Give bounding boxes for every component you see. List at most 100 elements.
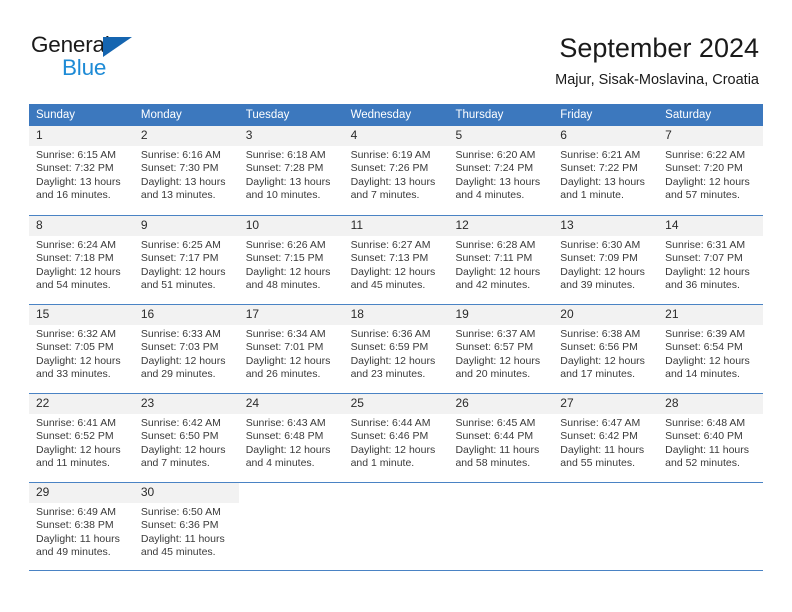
day-number: 29 — [29, 483, 134, 503]
day-details: Sunrise: 6:43 AM Sunset: 6:48 PM Daylight:… — [239, 414, 344, 471]
sunrise-text: Sunrise: 6:26 AM — [245, 239, 326, 251]
day-number — [658, 483, 763, 503]
calendar-day-cell-empty — [343, 483, 449, 570]
daylight-text-line2: and 39 minutes. — [560, 279, 636, 292]
day-details: Sunrise: 6:32 AM Sunset: 7:05 PM Daylight:… — [29, 325, 134, 382]
calendar-day-cell[interactable]: 18 Sunrise: 6:36 AM Sunset: 6:59 PM Dayligh… — [343, 305, 449, 393]
daylight-text-line2: and 20 minutes. — [455, 368, 531, 381]
calendar-day-cell[interactable]: 5 Sunrise: 6:20 AM Sunset: 7:24 PM Daylight… — [448, 126, 554, 215]
calendar-day-cell[interactable]: 27 Sunrise: 6:47 AM Sunset: 6:42 PM Dayligh… — [553, 394, 659, 482]
daylight-text-line1: Daylight: 12 hours — [665, 175, 750, 188]
daylight-text-line2: and 26 minutes. — [245, 368, 321, 381]
sunset-text: Sunset: 7:30 PM — [140, 162, 219, 175]
day-number: 26 — [448, 394, 554, 414]
logo-text-general: General — [31, 32, 110, 57]
page-header: General Blue September 2024 Majur, Sisak… — [0, 0, 792, 100]
calendar-day-cell[interactable]: 6 Sunrise: 6:21 AM Sunset: 7:22 PM Daylight… — [553, 126, 659, 215]
calendar-day-cell[interactable]: 23 Sunrise: 6:42 AM Sunset: 6:50 PM Dayligh… — [133, 394, 239, 482]
calendar-day-cell[interactable]: 13 Sunrise: 6:30 AM Sunset: 7:09 PM Dayligh… — [553, 216, 659, 304]
sunset-text: Sunset: 7:17 PM — [140, 252, 219, 265]
day-number: 19 — [448, 305, 554, 325]
calendar-day-cell[interactable]: 24 Sunrise: 6:43 AM Sunset: 6:48 PM Dayligh… — [238, 394, 344, 482]
daylight-text-line2: and 55 minutes. — [560, 457, 636, 470]
day-number: 22 — [29, 394, 134, 414]
calendar-day-cell[interactable]: 25 Sunrise: 6:44 AM Sunset: 6:46 PM Dayligh… — [343, 394, 449, 482]
calendar-day-cell[interactable]: 29 Sunrise: 6:49 AM Sunset: 6:38 PM Dayligh… — [29, 483, 134, 570]
title-block: September 2024 Majur, Sisak-Moslavina, C… — [555, 32, 759, 90]
daylight-text-line2: and 54 minutes. — [36, 279, 111, 292]
sunset-text: Sunset: 6:46 PM — [350, 430, 429, 443]
daylight-text-line1: Daylight: 12 hours — [245, 443, 331, 456]
sunrise-text: Sunrise: 6:16 AM — [140, 149, 221, 161]
day-number: 6 — [553, 126, 659, 146]
weekday-header-tuesday: Tuesday — [245, 109, 290, 121]
day-number: 7 — [658, 126, 764, 146]
calendar-day-cell[interactable]: 28 Sunrise: 6:48 AM Sunset: 6:40 PM Dayligh… — [658, 394, 764, 482]
day-details: Sunrise: 6:16 AM Sunset: 7:30 PM Daylight:… — [134, 146, 239, 203]
day-number: 16 — [133, 305, 239, 325]
calendar-day-cell[interactable]: 30 Sunrise: 6:50 AM Sunset: 6:36 PM Dayligh… — [133, 483, 239, 570]
daylight-text-line1: Daylight: 13 hours — [350, 175, 436, 188]
calendar-day-cell[interactable]: 8 Sunrise: 6:24 AM Sunset: 7:18 PM Daylight… — [29, 216, 134, 304]
sunrise-text: Sunrise: 6:31 AM — [665, 239, 746, 251]
calendar-day-cell[interactable]: 15 Sunrise: 6:32 AM Sunset: 7:05 PM Dayligh… — [29, 305, 134, 393]
sunset-text: Sunset: 6:40 PM — [665, 430, 743, 443]
sunset-text: Sunset: 6:44 PM — [455, 430, 534, 443]
day-number: 2 — [133, 126, 239, 146]
daylight-text-line1: Daylight: 13 hours — [455, 175, 541, 188]
daylight-text-line2: and 52 minutes. — [665, 457, 740, 470]
sunset-text: Sunset: 6:52 PM — [36, 430, 114, 443]
calendar-day-cell[interactable]: 10 Sunrise: 6:26 AM Sunset: 7:15 PM Dayligh… — [238, 216, 344, 304]
sunset-text: Sunset: 7:07 PM — [665, 252, 743, 265]
calendar-day-cell[interactable]: 7 Sunrise: 6:22 AM Sunset: 7:20 PM Daylight… — [658, 126, 764, 215]
sunrise-text: Sunrise: 6:45 AM — [455, 417, 536, 429]
calendar-day-cell[interactable]: 16 Sunrise: 6:33 AM Sunset: 7:03 PM Dayligh… — [133, 305, 239, 393]
day-details: Sunrise: 6:30 AM Sunset: 7:09 PM Daylight:… — [553, 236, 658, 293]
daylight-text-line1: Daylight: 12 hours — [350, 265, 436, 278]
generalblue-logo[interactable]: General Blue — [31, 33, 161, 81]
sunrise-text: Sunrise: 6:39 AM — [665, 328, 746, 340]
calendar-day-cell[interactable]: 14 Sunrise: 6:31 AM Sunset: 7:07 PM Dayligh… — [658, 216, 764, 304]
daylight-text-line2: and 36 minutes. — [665, 279, 740, 292]
day-number: 18 — [343, 305, 449, 325]
day-number: 11 — [343, 216, 449, 236]
sunrise-text: Sunrise: 6:37 AM — [455, 328, 536, 340]
day-number: 13 — [553, 216, 659, 236]
calendar-day-cell[interactable]: 3 Sunrise: 6:18 AM Sunset: 7:28 PM Daylight… — [238, 126, 344, 215]
daylight-text-line1: Daylight: 12 hours — [665, 265, 750, 278]
sunrise-text: Sunrise: 6:34 AM — [245, 328, 326, 340]
page-subtitle: Majur, Sisak-Moslavina, Croatia — [555, 72, 759, 88]
calendar-day-cell[interactable]: 11 Sunrise: 6:27 AM Sunset: 7:13 PM Dayligh… — [343, 216, 449, 304]
daylight-text-line1: Daylight: 11 hours — [665, 443, 750, 456]
daylight-text-line2: and 4 minutes. — [455, 189, 525, 202]
calendar-day-cell[interactable]: 17 Sunrise: 6:34 AM Sunset: 7:01 PM Dayligh… — [238, 305, 344, 393]
day-number: 12 — [448, 216, 554, 236]
day-number: 3 — [238, 126, 344, 146]
day-details: Sunrise: 6:18 AM Sunset: 7:28 PM Daylight:… — [239, 146, 344, 203]
calendar-day-cell[interactable]: 19 Sunrise: 6:37 AM Sunset: 6:57 PM Dayligh… — [448, 305, 554, 393]
calendar-day-cell[interactable]: 21 Sunrise: 6:39 AM Sunset: 6:54 PM Dayligh… — [658, 305, 764, 393]
calendar-day-cell[interactable]: 9 Sunrise: 6:25 AM Sunset: 7:17 PM Daylight… — [133, 216, 239, 304]
sunset-text: Sunset: 7:20 PM — [665, 162, 743, 175]
day-number — [448, 483, 553, 503]
daylight-text-line2: and 17 minutes. — [560, 368, 636, 381]
sunset-text: Sunset: 7:28 PM — [245, 162, 324, 175]
day-details: Sunrise: 6:48 AM Sunset: 6:40 PM Daylight:… — [658, 414, 763, 471]
calendar-day-cell[interactable]: 12 Sunrise: 6:28 AM Sunset: 7:11 PM Dayligh… — [448, 216, 554, 304]
sunset-text: Sunset: 7:05 PM — [36, 341, 114, 354]
day-details: Sunrise: 6:39 AM Sunset: 6:54 PM Daylight:… — [658, 325, 763, 382]
calendar-day-cell[interactable]: 20 Sunrise: 6:38 AM Sunset: 6:56 PM Dayligh… — [553, 305, 659, 393]
daylight-text-line1: Daylight: 12 hours — [36, 443, 121, 456]
calendar-day-cell[interactable]: 1 Sunrise: 6:15 AM Sunset: 7:32 PM Daylight… — [29, 126, 134, 215]
sunrise-text: Sunrise: 6:24 AM — [36, 239, 116, 251]
day-number: 5 — [448, 126, 554, 146]
calendar-day-cell[interactable]: 26 Sunrise: 6:45 AM Sunset: 6:44 PM Dayligh… — [448, 394, 554, 482]
daylight-text-line1: Daylight: 12 hours — [140, 443, 226, 456]
day-number: 25 — [343, 394, 449, 414]
calendar-day-cell[interactable]: 2 Sunrise: 6:16 AM Sunset: 7:30 PM Daylight… — [133, 126, 239, 215]
calendar-day-cell[interactable]: 22 Sunrise: 6:41 AM Sunset: 6:52 PM Dayligh… — [29, 394, 134, 482]
sunset-text: Sunset: 7:15 PM — [245, 252, 324, 265]
day-number: 24 — [238, 394, 344, 414]
calendar-day-cell[interactable]: 4 Sunrise: 6:19 AM Sunset: 7:26 PM Daylight… — [343, 126, 449, 215]
daylight-text-line1: Daylight: 13 hours — [36, 175, 121, 188]
